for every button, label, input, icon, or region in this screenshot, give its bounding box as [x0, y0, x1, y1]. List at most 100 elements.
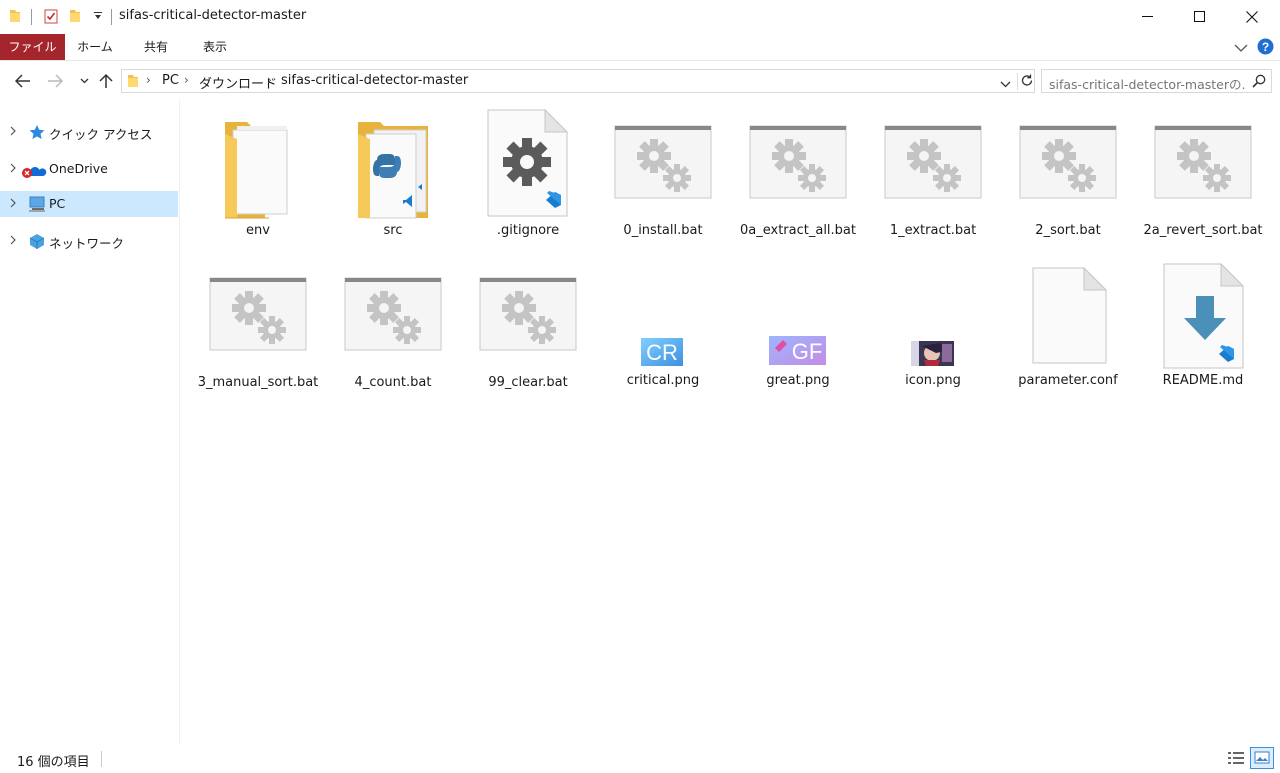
- svg-text:GF: GF: [792, 339, 823, 364]
- batch-file-icon: [465, 256, 591, 372]
- minimize-button[interactable]: [1122, 0, 1174, 34]
- file-name: 1_extract.bat: [889, 223, 977, 238]
- file-name: critical.png: [626, 373, 700, 388]
- refresh-icon[interactable]: [1019, 72, 1035, 93]
- title-bar: sifas-critical-detector-master: [0, 0, 1280, 34]
- sidebar-item-quick-access[interactable]: クイック アクセス: [0, 119, 178, 145]
- tab-home[interactable]: ホーム: [70, 34, 120, 60]
- sidebar-item-label: OneDrive: [49, 161, 108, 176]
- item-count: 16 個の項目: [17, 755, 90, 770]
- chevron-right-icon[interactable]: [9, 162, 19, 176]
- breadcrumb-chevron-icon[interactable]: ›: [184, 73, 189, 87]
- close-button[interactable]: [1226, 0, 1278, 34]
- batch-file-icon: [330, 256, 456, 372]
- search-icon[interactable]: [1252, 74, 1266, 91]
- batch-file-icon: [1005, 104, 1131, 220]
- file-item[interactable]: 0_install.bat: [600, 104, 726, 252]
- file-name: parameter.conf: [1018, 373, 1118, 388]
- file-name: 3_manual_sort.bat: [197, 375, 319, 390]
- breadcrumb-chevron-icon[interactable]: ›: [267, 73, 272, 87]
- svg-text:?: ?: [1262, 40, 1269, 54]
- batch-file-icon: [195, 256, 321, 372]
- batch-file-icon: [600, 104, 726, 220]
- navigation-pane: クイック アクセス OneDrive PC ネットワーク: [0, 100, 180, 745]
- address-bar[interactable]: › PC › ダウンロード › sifas-critical-detector-…: [121, 69, 1035, 93]
- status-bar: 16 個の項目: [0, 745, 1280, 773]
- file-name: README.md: [1162, 373, 1244, 388]
- recent-locations-icon[interactable]: [74, 71, 94, 91]
- file-item[interactable]: icon.png: [870, 256, 996, 404]
- sidebar-item-network[interactable]: ネットワーク: [0, 228, 178, 254]
- file-item[interactable]: env: [195, 104, 321, 252]
- folder-icon: [195, 104, 321, 220]
- help-icon[interactable]: ?: [1257, 38, 1274, 58]
- file-item[interactable]: 2_sort.bat: [1005, 104, 1131, 252]
- file-item[interactable]: .gitignore: [465, 104, 591, 252]
- file-name: great.png: [766, 373, 830, 388]
- file-view: env src .gitignore 0_install.bat 0a_extr…: [181, 100, 1280, 745]
- breadcrumb-current-folder[interactable]: sifas-critical-detector-master: [281, 73, 468, 88]
- vscode-markdown-file-icon: [1140, 256, 1266, 372]
- file-name: src: [383, 223, 403, 238]
- star-icon: [27, 123, 47, 141]
- file-name: 4_count.bat: [354, 375, 432, 390]
- customize-quick-access-icon[interactable]: [93, 12, 103, 20]
- network-icon: [27, 232, 47, 250]
- image-thumbnail-icon: [870, 256, 996, 372]
- onedrive-error-icon: [20, 160, 48, 178]
- file-item[interactable]: src: [330, 104, 456, 252]
- breadcrumb-downloads[interactable]: ダウンロード: [199, 73, 277, 92]
- sidebar-item-label: クイック アクセス: [49, 127, 153, 142]
- file-item[interactable]: 2a_revert_sort.bat: [1140, 104, 1266, 252]
- file-name: .gitignore: [496, 223, 560, 238]
- search-input[interactable]: sifas-critical-detector-masterの...: [1049, 74, 1245, 93]
- file-name: 0_install.bat: [623, 223, 703, 238]
- file-item[interactable]: 4_count.bat: [330, 256, 456, 404]
- sidebar-item-label: PC: [49, 196, 66, 211]
- sidebar-item-pc[interactable]: PC: [0, 191, 178, 217]
- file-name: 99_clear.bat: [488, 375, 568, 390]
- file-item[interactable]: 0a_extract_all.bat: [735, 104, 861, 252]
- file-item[interactable]: 99_clear.bat: [465, 256, 591, 404]
- file-name: 0a_extract_all.bat: [740, 223, 856, 238]
- batch-file-icon: [870, 104, 996, 220]
- image-thumbnail-icon: GF: [735, 256, 861, 372]
- expand-ribbon-icon[interactable]: [1234, 42, 1248, 56]
- up-button[interactable]: [96, 71, 116, 91]
- computer-icon: [27, 195, 47, 213]
- file-item[interactable]: CR critical.png: [600, 256, 726, 404]
- breadcrumb-chevron-icon[interactable]: ›: [146, 73, 151, 87]
- file-item[interactable]: README.md: [1140, 256, 1266, 404]
- file-item[interactable]: parameter.conf: [1005, 256, 1131, 404]
- tab-share[interactable]: 共有: [132, 34, 180, 60]
- chevron-right-icon[interactable]: [9, 125, 19, 139]
- python-folder-icon: [330, 104, 456, 220]
- tab-file[interactable]: ファイル: [0, 34, 65, 60]
- file-item[interactable]: GF great.png: [735, 256, 861, 404]
- chevron-right-icon[interactable]: [9, 234, 19, 248]
- file-item[interactable]: 3_manual_sort.bat: [195, 256, 321, 404]
- new-folder-icon[interactable]: [68, 8, 82, 24]
- address-separator: [1017, 73, 1018, 90]
- forward-button[interactable]: [45, 71, 65, 91]
- large-icons-view-icon[interactable]: [1250, 747, 1274, 769]
- file-name: 2_sort.bat: [1035, 223, 1101, 238]
- address-dropdown-icon[interactable]: [1000, 77, 1011, 91]
- search-box[interactable]: sifas-critical-detector-masterの...: [1041, 69, 1272, 93]
- toolbar-separator: [111, 9, 112, 25]
- maximize-button[interactable]: [1174, 0, 1226, 34]
- window-title: sifas-critical-detector-master: [119, 8, 307, 23]
- sidebar-item-onedrive[interactable]: OneDrive: [0, 156, 178, 182]
- details-view-icon[interactable]: [1227, 750, 1245, 769]
- batch-file-icon: [735, 104, 861, 220]
- properties-icon[interactable]: [43, 8, 59, 24]
- file-name: 2a_revert_sort.bat: [1143, 223, 1263, 238]
- breadcrumb-pc[interactable]: PC: [162, 73, 179, 88]
- chevron-right-icon[interactable]: [9, 197, 19, 211]
- image-thumbnail-icon: CR: [600, 256, 726, 372]
- status-separator: [101, 751, 102, 767]
- tab-view[interactable]: 表示: [192, 34, 238, 60]
- ribbon: ファイル ホーム 共有 表示 ?: [0, 34, 1280, 61]
- back-button[interactable]: [13, 71, 33, 91]
- file-item[interactable]: 1_extract.bat: [870, 104, 996, 252]
